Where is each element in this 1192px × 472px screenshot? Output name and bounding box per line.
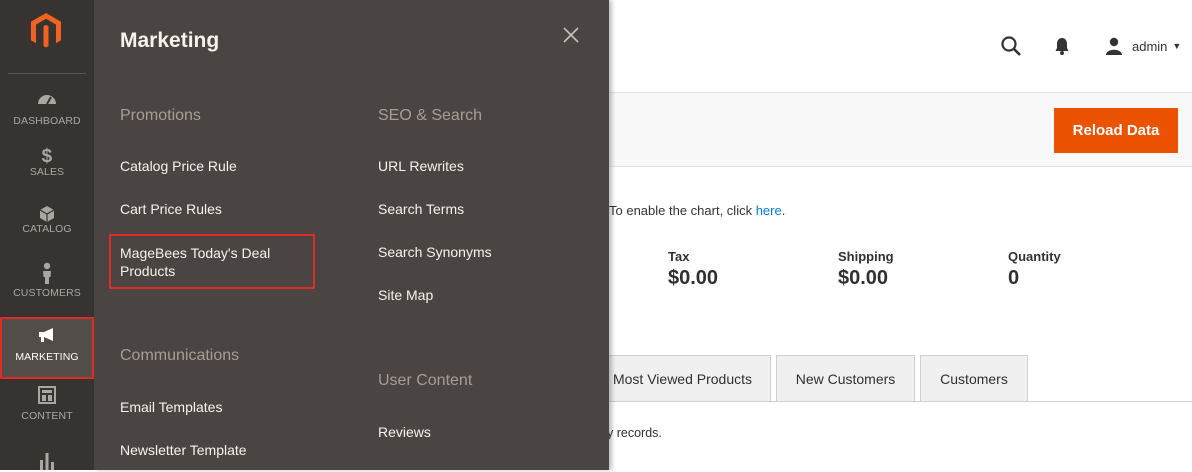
chart-note-prefix: To enable the chart, click: [609, 203, 756, 218]
close-icon[interactable]: [560, 24, 582, 46]
section-title-promotions: Promotions: [120, 107, 201, 124]
stat-label: Shipping: [838, 249, 894, 264]
dollar-icon: $: [41, 146, 53, 167]
layout-icon: [0, 386, 94, 408]
section-title-communications: Communications: [120, 347, 240, 364]
admin-sidebar: Dashboard $ Sales Catalog Customers Mark…: [0, 0, 94, 470]
logo-divider: [8, 73, 86, 74]
stat-value: $0.00: [668, 267, 719, 289]
highlight-box: [109, 234, 315, 289]
sidebar-item-marketing[interactable]: Marketing: [0, 317, 94, 379]
menu-link-search-synonyms[interactable]: Search Synonyms: [378, 243, 492, 261]
bar-chart-icon: [0, 450, 94, 472]
stat-shipping: Shipping $0.00: [838, 249, 894, 290]
menu-link-newsletter-template[interactable]: Newsletter Template: [120, 441, 247, 459]
stat-quantity: Quantity 0: [1008, 249, 1061, 290]
menu-link-search-terms[interactable]: Search Terms: [378, 200, 464, 218]
sidebar-item-label: Customers: [13, 287, 81, 299]
magento-logo-icon[interactable]: [31, 13, 61, 49]
tab-new-customers[interactable]: New Customers: [776, 355, 915, 401]
enable-chart-link[interactable]: here: [756, 203, 782, 218]
no-records-text: y records.: [607, 426, 662, 440]
section-title-user-content: User Content: [378, 372, 473, 389]
sidebar-item-label: Marketing: [15, 351, 79, 363]
header-search-icon[interactable]: [1000, 35, 1022, 57]
sidebar-item-sales[interactable]: $ Sales: [0, 146, 94, 188]
notifications-bell-icon[interactable]: [1054, 36, 1070, 56]
menu-link-cart-price-rules[interactable]: Cart Price Rules: [120, 200, 222, 218]
stat-value: $0.00: [838, 267, 889, 289]
megaphone-icon: [0, 327, 94, 349]
sidebar-item-dashboard[interactable]: Dashboard: [0, 91, 94, 133]
stat-value: 0: [1008, 267, 1020, 289]
dashboard-icon: [0, 91, 94, 113]
user-icon: [1105, 37, 1123, 55]
menu-link-url-rewrites[interactable]: URL Rewrites: [378, 157, 464, 175]
menu-link-catalog-price-rule[interactable]: Catalog Price Rule: [120, 157, 237, 175]
stat-label: Tax: [668, 249, 690, 264]
section-title-seo-search: SEO & Search: [378, 107, 483, 124]
tab-most-viewed-products[interactable]: Most Viewed Products: [594, 355, 771, 401]
sidebar-item-label: Dashboard: [13, 115, 81, 127]
admin-user-menu[interactable]: admin ▼: [1105, 36, 1181, 56]
chart-disabled-note: To enable the chart, click here.: [609, 203, 785, 218]
sidebar-item-content[interactable]: Content: [0, 386, 94, 428]
flyout-title: Marketing: [120, 29, 220, 52]
chart-note-suffix: .: [781, 203, 786, 218]
chevron-down-icon: ▼: [1172, 41, 1182, 51]
sidebar-item-label: Sales: [29, 166, 65, 178]
person-icon: [0, 262, 94, 284]
menu-link-email-templates[interactable]: Email Templates: [120, 398, 222, 416]
menu-link-reviews[interactable]: Reviews: [378, 423, 431, 441]
menu-link-site-map[interactable]: Site Map: [378, 286, 433, 304]
stat-tax: Tax $0.00: [668, 249, 718, 290]
sidebar-item-reports[interactable]: [0, 450, 94, 470]
user-name: admin: [1132, 38, 1168, 54]
sidebar-item-customers[interactable]: Customers: [0, 262, 94, 307]
sidebar-item-catalog[interactable]: Catalog: [0, 205, 94, 247]
sidebar-item-label: Content: [21, 410, 73, 422]
reload-data-button[interactable]: Reload Data: [1054, 108, 1178, 153]
tab-customers[interactable]: Customers: [920, 355, 1028, 401]
sidebar-item-label: Catalog: [22, 223, 72, 235]
stat-label: Quantity: [1008, 249, 1061, 264]
